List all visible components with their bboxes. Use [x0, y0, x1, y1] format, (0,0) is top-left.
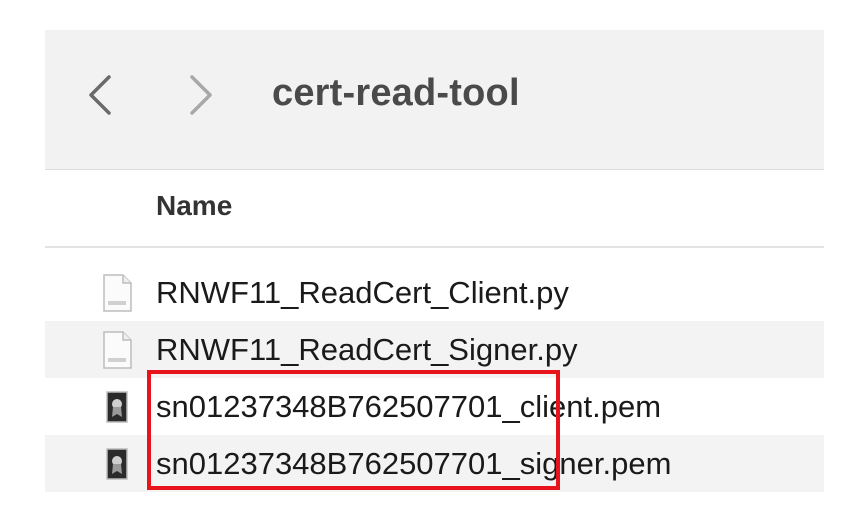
file-row[interactable]: sn01237348B762507701_client.pem [45, 378, 824, 435]
name-column-header[interactable]: Name [156, 190, 232, 222]
forward-button[interactable] [181, 70, 221, 120]
finder-window: cert-read-tool Name RNWF11_ReadCert_Clie… [45, 30, 824, 492]
file-list: RNWF11_ReadCert_Client.py RNWF11_ReadCer… [45, 264, 824, 492]
python-file-icon [102, 273, 132, 312]
chevron-right-icon [190, 75, 212, 115]
back-button[interactable] [80, 70, 120, 120]
folder-title: cert-read-tool [272, 72, 520, 114]
file-row[interactable]: RNWF11_ReadCert_Client.py [45, 264, 824, 321]
file-name: RNWF11_ReadCert_Signer.py [156, 331, 578, 367]
toolbar: cert-read-tool [45, 30, 824, 170]
certificate-file-icon [102, 388, 132, 426]
file-name: sn01237348B762507701_signer.pem [156, 445, 672, 481]
file-name: RNWF11_ReadCert_Client.py [156, 274, 569, 310]
column-header-row: Name [45, 170, 824, 248]
file-row[interactable]: RNWF11_ReadCert_Signer.py [45, 321, 824, 378]
file-name: sn01237348B762507701_client.pem [156, 388, 662, 424]
chevron-left-icon [89, 75, 111, 115]
python-file-icon [102, 330, 132, 369]
certificate-file-icon [102, 445, 132, 483]
file-row[interactable]: sn01237348B762507701_signer.pem [45, 435, 824, 492]
